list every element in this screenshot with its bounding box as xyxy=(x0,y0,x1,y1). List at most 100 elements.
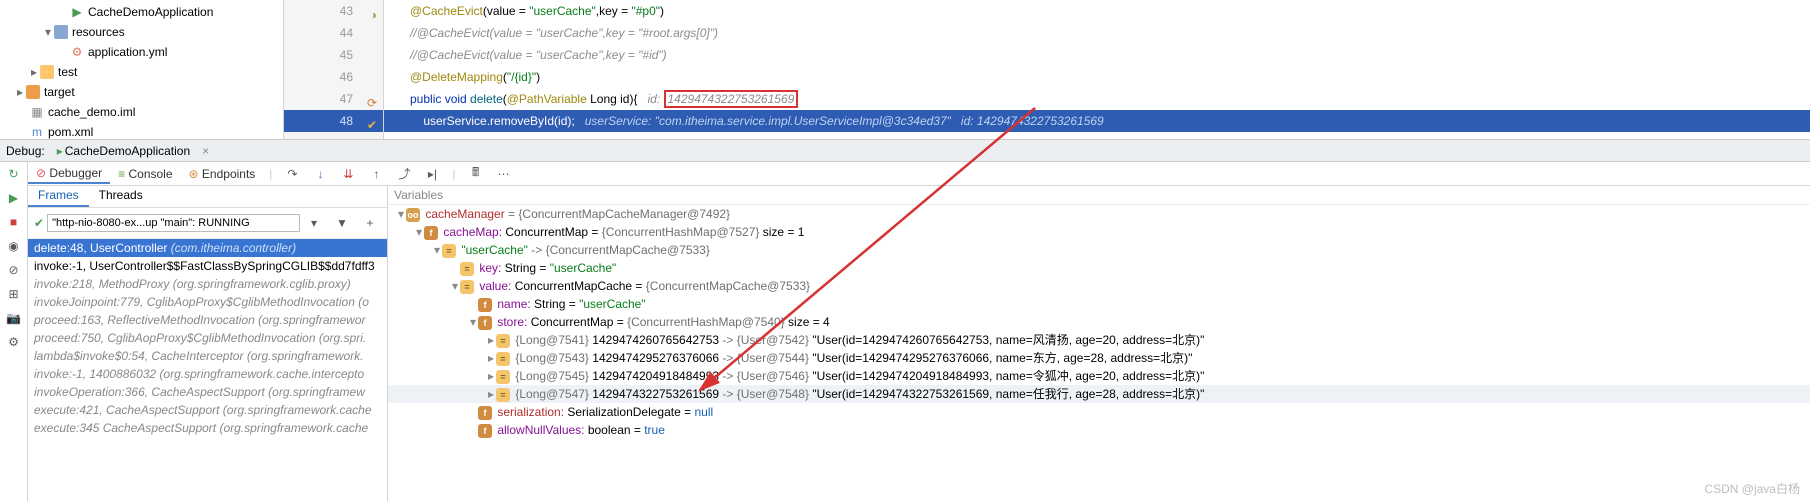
entry-icon: = xyxy=(496,352,510,366)
project-tree[interactable]: ▶ CacheDemoApplication ▾ resources ⚙ applic… xyxy=(0,0,284,139)
line-no: 47 xyxy=(340,92,353,106)
run-class-icon: ▶ xyxy=(70,5,84,19)
line-no: 43 xyxy=(340,4,353,18)
code-line: userService.removeById(id); xyxy=(410,114,585,128)
tree-label: resources xyxy=(72,25,125,39)
gutter-mark-icon: ◑ xyxy=(363,4,377,18)
tab-endpoints[interactable]: ⊛ Endpoints xyxy=(181,165,264,183)
variables-panel[interactable]: Variables ▾oo cacheManager = {Concurrent… xyxy=(388,186,1810,501)
step-over-button[interactable]: ↷ xyxy=(282,164,302,184)
camera-button[interactable]: 📷 xyxy=(4,308,24,328)
line-no: 48 xyxy=(340,114,353,128)
debug-toolbar: ⊘ Debugger ≡ Console ⊛ Endpoints | ↷ ↓ ⇊… xyxy=(28,162,1810,186)
tree-pom[interactable]: m pom.xml xyxy=(0,122,283,139)
line-no: 44 xyxy=(340,26,353,40)
view-breakpoints-button[interactable]: ◉ xyxy=(4,236,24,256)
field-icon: f xyxy=(478,298,492,312)
gutter-breakpoint-icon[interactable]: ✔ xyxy=(363,114,377,128)
yml-icon: ⚙ xyxy=(70,45,84,59)
object-icon: oo xyxy=(406,208,420,222)
stop-button[interactable]: ■ xyxy=(4,212,24,232)
maven-icon: m xyxy=(30,125,44,139)
tree-label: CacheDemoApplication xyxy=(88,5,213,19)
evaluate-button[interactable]: 🖩 xyxy=(466,164,486,184)
expander-icon[interactable]: ▸ xyxy=(30,65,38,79)
file-icon: ▦ xyxy=(30,105,44,119)
debug-side-toolbar: ↻ ▶ ■ ◉ ⊘ ⊞ 📷 ⚙ xyxy=(0,162,28,501)
mute-breakpoints-button[interactable]: ⊘ xyxy=(4,260,24,280)
tree-application-yml[interactable]: ⚙ application.yml xyxy=(0,42,283,62)
rerun-button[interactable]: ↻ xyxy=(4,164,24,184)
thread-dropdown-icon[interactable]: ▾ xyxy=(304,213,324,233)
folder-icon xyxy=(54,25,68,39)
frame-row[interactable]: proceed:750, CglibAopProxy$CglibMethodIn… xyxy=(28,329,387,347)
code-line: //@CacheEvict(value = "userCache",key = … xyxy=(384,44,1810,66)
thread-ok-icon: ✔ xyxy=(34,216,44,230)
tree-label: application.yml xyxy=(88,45,167,59)
tree-target[interactable]: ▸ target xyxy=(0,82,283,102)
run-icon: ▸ xyxy=(57,144,63,158)
frame-row[interactable]: execute:421, CacheAspectSupport (org.spr… xyxy=(28,401,387,419)
entry-icon: = xyxy=(496,370,510,384)
frame-row[interactable]: invoke:-1, 1400886032 (org.springframewo… xyxy=(28,365,387,383)
tree-label: target xyxy=(44,85,75,99)
frame-row[interactable]: proceed:163, ReflectiveMethodInvocation … xyxy=(28,311,387,329)
tree-cache-demo-app[interactable]: ▶ CacheDemoApplication xyxy=(0,2,283,22)
more-button[interactable]: ⋯ xyxy=(494,164,514,184)
frame-row[interactable]: invokeOperation:366, CacheAspectSupport … xyxy=(28,383,387,401)
frame-row[interactable]: invoke:218, MethodProxy (org.springframe… xyxy=(28,275,387,293)
gutter-recursive-icon: ⟳ xyxy=(363,92,377,106)
step-out-button[interactable]: ↑ xyxy=(366,164,386,184)
folder-icon xyxy=(40,65,54,79)
layout-button[interactable]: ⊞ xyxy=(4,284,24,304)
entry-icon: = xyxy=(442,244,456,258)
debug-label: Debug: xyxy=(6,144,45,158)
step-into-button[interactable]: ↓ xyxy=(310,164,330,184)
frames-tab[interactable]: Frames xyxy=(28,186,89,207)
inline-hint: userService: "com.itheima.service.impl.U… xyxy=(585,114,1104,128)
highlighted-id: 1429474322753261569 xyxy=(664,90,799,108)
tab-debugger[interactable]: ⊘ Debugger xyxy=(28,164,110,184)
threads-tab[interactable]: Threads xyxy=(89,186,153,207)
frame-row[interactable]: execute:345 CacheAspectSupport (org.spri… xyxy=(28,419,387,437)
entry-icon: = xyxy=(460,280,474,294)
expander-icon[interactable]: ▸ xyxy=(16,85,24,99)
frame-row[interactable]: lambda$invoke$0:54, CacheInterceptor (or… xyxy=(28,347,387,365)
debug-tool-window-tab: Debug: ▸ CacheDemoApplication × xyxy=(0,140,1810,162)
settings-button[interactable]: ⚙ xyxy=(4,332,24,352)
line-no: 45 xyxy=(340,48,353,62)
folder-icon xyxy=(26,85,40,99)
field-icon: f xyxy=(478,406,492,420)
tab-console[interactable]: ≡ Console xyxy=(110,165,180,183)
field-icon: f xyxy=(424,226,438,240)
frames-panel: Frames Threads ✔ ▾ ▼ + delete:48, UserCo… xyxy=(28,186,388,501)
line-no: 46 xyxy=(340,70,353,84)
drop-frame-button[interactable]: ⤴ xyxy=(394,164,414,184)
frame-row[interactable]: invokeJoinpoint:779, CglibAopProxy$Cglib… xyxy=(28,293,387,311)
expander-icon[interactable]: ▾ xyxy=(44,25,52,39)
inline-hint: id: xyxy=(647,92,663,106)
tree-label: cache_demo.iml xyxy=(48,105,135,119)
field-icon: f xyxy=(478,316,492,330)
close-icon[interactable]: × xyxy=(202,144,209,158)
variables-header: Variables xyxy=(388,186,1810,205)
tree-label: test xyxy=(58,65,77,79)
debug-app-name: CacheDemoApplication xyxy=(65,144,190,158)
tree-test[interactable]: ▸ test xyxy=(0,62,283,82)
frame-row[interactable]: delete:48, UserController (com.itheima.c… xyxy=(28,239,387,257)
entry-icon: = xyxy=(496,334,510,348)
editor-gutter: 43 ◑ 44 45 46 47 ⟳ 48 ✔ xyxy=(284,0,384,139)
code-line: //@CacheEvict(value = "userCache",key = … xyxy=(384,22,1810,44)
watermark: CSDN @java白杨 xyxy=(1704,480,1800,497)
frame-row[interactable]: invoke:-1, UserController$$FastClassBySp… xyxy=(28,257,387,275)
add-icon[interactable]: + xyxy=(360,213,380,233)
tree-resources[interactable]: ▾ resources xyxy=(0,22,283,42)
thread-selector[interactable] xyxy=(47,214,300,232)
tree-iml[interactable]: ▦ cache_demo.iml xyxy=(0,102,283,122)
filter-icon[interactable]: ▼ xyxy=(332,213,352,233)
editor[interactable]: @CacheEvict(value = "userCache",key = "#… xyxy=(384,0,1810,139)
tree-label: pom.xml xyxy=(48,125,93,139)
force-step-into-button[interactable]: ⇊ xyxy=(338,164,358,184)
resume-button[interactable]: ▶ xyxy=(4,188,24,208)
run-to-cursor-button[interactable]: ▸| xyxy=(422,164,442,184)
